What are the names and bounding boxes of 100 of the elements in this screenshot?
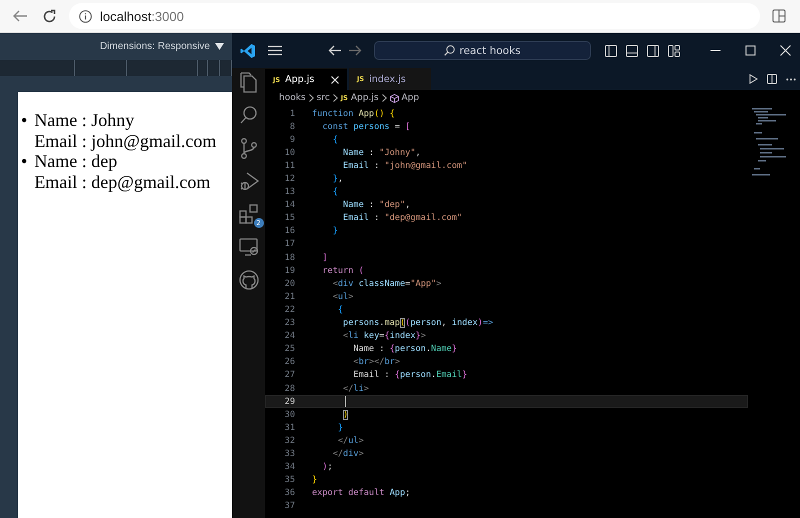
name-text: Name : dep bbox=[34, 151, 118, 172]
back-arrow-icon[interactable] bbox=[328, 45, 341, 56]
line-number: 33 bbox=[284, 448, 295, 459]
code-line: { bbox=[332, 186, 338, 198]
code-line: }, bbox=[332, 173, 344, 186]
code-line: return ( bbox=[321, 264, 364, 277]
line-number: 10 bbox=[284, 148, 295, 158]
chevron-icon bbox=[332, 94, 338, 102]
line-number: 13 bbox=[284, 187, 295, 198]
code-line: Email : "john@gmail.com" bbox=[342, 160, 468, 172]
name-text: Name : Johny bbox=[34, 110, 136, 130]
line-number: 8 bbox=[288, 122, 295, 132]
code-line: Name : "dep", bbox=[342, 199, 410, 212]
line-number: 12 bbox=[284, 174, 295, 184]
line-number: 21 bbox=[284, 292, 295, 302]
bullet: • bbox=[21, 151, 28, 173]
breadcrumb-item[interactable]: src bbox=[316, 93, 330, 103]
code-line: } bbox=[312, 474, 318, 486]
split-editor-icon[interactable] bbox=[767, 74, 777, 84]
run-icon[interactable] bbox=[749, 74, 758, 84]
line-number: 30 bbox=[284, 410, 295, 420]
code-line: </div> bbox=[332, 448, 364, 460]
close-icon[interactable] bbox=[331, 76, 339, 84]
dimensions-dropdown[interactable]: Dimensions: Responsive bbox=[100, 41, 210, 52]
reload-icon[interactable] bbox=[42, 8, 57, 24]
code-line: Email : {person.Email} bbox=[352, 369, 468, 382]
line-number: 37 bbox=[284, 501, 295, 512]
back-icon[interactable] bbox=[12, 9, 28, 23]
line-number: 17 bbox=[284, 239, 295, 250]
text-cursor bbox=[345, 396, 346, 408]
code-line: </li> bbox=[342, 382, 369, 395]
line-number: 9 bbox=[288, 134, 295, 145]
code-line: <div className="App"> bbox=[332, 278, 442, 290]
code-line: { bbox=[336, 304, 344, 316]
line-number: 35 bbox=[284, 475, 295, 486]
chevron-icon bbox=[308, 94, 314, 102]
line-number: 36 bbox=[284, 488, 295, 498]
line-number: 19 bbox=[284, 266, 295, 276]
code-line: const persons = [ bbox=[321, 120, 410, 133]
code-line: <br></br> bbox=[352, 356, 400, 368]
line-number: 29 bbox=[284, 396, 295, 407]
close-icon[interactable] bbox=[780, 45, 791, 56]
line-number: 22 bbox=[284, 304, 295, 315]
cube-icon bbox=[390, 94, 399, 102]
line-number: 34 bbox=[284, 462, 295, 472]
line-number: 15 bbox=[284, 213, 295, 224]
panel-toggle-icon[interactable] bbox=[626, 44, 638, 56]
code-line: Email : "dep@gmail.com" bbox=[342, 212, 462, 224]
code-line: </ul> bbox=[336, 434, 364, 447]
chevron-icon bbox=[382, 94, 387, 102]
line-number: 27 bbox=[284, 370, 295, 380]
line-number: 18 bbox=[284, 252, 295, 263]
code-line: } bbox=[332, 225, 338, 238]
line-number: 31 bbox=[284, 422, 295, 433]
code-line: Name : {person.Name} bbox=[352, 343, 457, 356]
dropdown-arrow-icon[interactable] bbox=[215, 43, 224, 50]
email-text: Email : john@gmail.com bbox=[34, 130, 216, 151]
address-field[interactable]: localhost:3000 bbox=[69, 3, 760, 29]
line-number: 24 bbox=[284, 331, 295, 342]
extensions-icon[interactable] bbox=[238, 203, 260, 225]
bullet: • bbox=[21, 110, 28, 132]
code-line: <ul> bbox=[332, 290, 354, 303]
layout-icon[interactable] bbox=[668, 44, 680, 56]
search-icon[interactable] bbox=[238, 104, 260, 126]
search-icon bbox=[444, 45, 456, 56]
sidebar-toggle-icon[interactable] bbox=[605, 44, 617, 56]
code-line: ] bbox=[321, 252, 328, 264]
code-line: ); bbox=[321, 461, 333, 474]
code-line: { bbox=[332, 134, 338, 146]
line-number: 16 bbox=[284, 226, 295, 236]
info-icon[interactable] bbox=[79, 10, 92, 22]
line-number: 28 bbox=[284, 384, 295, 394]
more-icon[interactable] bbox=[786, 78, 796, 80]
line-number: 20 bbox=[284, 278, 295, 289]
email-text: Email : dep@gmail.com bbox=[34, 172, 210, 192]
line-number: 1 bbox=[288, 108, 295, 119]
line-number: 26 bbox=[284, 357, 295, 368]
code-line: <li key={index}> bbox=[342, 330, 426, 342]
line-number: 14 bbox=[284, 200, 295, 210]
line-number: 32 bbox=[284, 436, 295, 446]
line-number: 23 bbox=[284, 318, 295, 328]
line-number: 11 bbox=[284, 160, 295, 171]
files-icon[interactable] bbox=[238, 71, 260, 93]
search-field[interactable]: react hooks bbox=[374, 41, 591, 60]
breadcrumb-item[interactable]: App bbox=[390, 93, 420, 103]
split-screen-icon[interactable] bbox=[772, 9, 786, 23]
code-line: export default App; bbox=[312, 487, 410, 500]
secondary-sidebar-icon[interactable] bbox=[647, 44, 659, 56]
code-line: persons.map((person, index)=> bbox=[342, 317, 494, 330]
breadcrumb-item[interactable]: hooks bbox=[279, 93, 306, 103]
forward-arrow-icon[interactable] bbox=[349, 45, 362, 56]
maximize-icon[interactable] bbox=[745, 45, 756, 56]
code-line: Name : "Johny", bbox=[342, 146, 421, 159]
monitor-icon[interactable] bbox=[238, 236, 260, 258]
line-number: 25 bbox=[284, 344, 295, 354]
cat-logo-icon[interactable] bbox=[238, 269, 260, 291]
code-line: function App() { bbox=[312, 108, 395, 120]
code-line: } bbox=[336, 422, 344, 434]
menu-icon[interactable] bbox=[268, 45, 282, 56]
logo-icon bbox=[240, 42, 256, 58]
